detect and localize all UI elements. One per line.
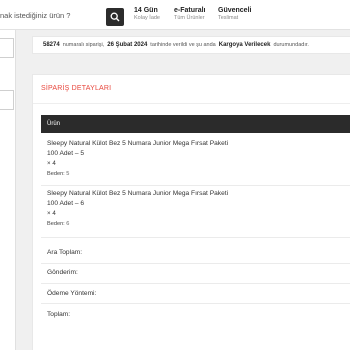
size-value: 6 — [66, 221, 70, 227]
sidebar-item[interactable] — [0, 38, 14, 58]
order-status-bar: 58274 numaralı siparişi, 26 Şubat 2024 t… — [32, 36, 350, 54]
size-label: Beden: — [47, 221, 65, 227]
feature-title: Güvenceli — [218, 7, 252, 14]
shipping-label: Gönderim: — [47, 269, 78, 276]
subtotal-label: Ara Toplam: — [47, 249, 83, 256]
feature-easy-return: 14 Gün Kolay İade — [134, 7, 160, 22]
size-value: 5 — [66, 171, 70, 177]
order-number-text: numaralı siparişi, — [62, 42, 105, 48]
total-label: Toplam: — [47, 311, 71, 318]
divider — [41, 283, 350, 284]
column-header-product: Ürün — [47, 121, 61, 127]
account-sidebar — [0, 30, 16, 350]
size-label: Beden: — [47, 171, 65, 177]
payment-method-label: Ödeme Yöntemi: — [47, 290, 97, 297]
site-header: nak istediğiniz ürün ? 14 Gün Kolay İade… — [0, 0, 350, 30]
search-input[interactable]: nak istediğiniz ürün ? — [0, 11, 70, 20]
order-status-text: durumundadır. — [273, 42, 309, 48]
sidebar-item[interactable] — [0, 90, 14, 110]
product-name-link[interactable]: Sleepy Natural Külot Bez 5 Numara Junior… — [47, 189, 232, 209]
product-quantity: × 4 — [47, 160, 56, 167]
divider — [41, 185, 350, 186]
product-size: Beden: 5 — [47, 171, 347, 177]
search-icon — [110, 12, 120, 22]
search-button[interactable] — [106, 8, 124, 26]
product-size: Beden: 6 — [47, 221, 347, 227]
order-details-card: SİPARİŞ DETAYLARI Ürün Sleepy Natural Kü… — [32, 74, 350, 350]
order-item: Sleepy Natural Külot Bez 5 Numara Junior… — [47, 189, 347, 227]
divider — [41, 237, 350, 238]
product-name-link[interactable]: Sleepy Natural Külot Bez 5 Numara Junior… — [47, 139, 232, 159]
order-date: 26 Şubat 2024 — [107, 42, 148, 48]
order-number: 58274 — [43, 42, 60, 48]
order-details-title: SİPARİŞ DETAYLARI — [41, 85, 112, 92]
feature-secure-delivery: Güvenceli Teslimat — [218, 7, 251, 22]
order-date-text: tarihinde verildi ve şu anda — [150, 42, 216, 48]
divider — [41, 263, 350, 264]
feature-subtitle: Tüm Ürünler — [174, 15, 205, 22]
feature-subtitle: Teslimat — [218, 15, 239, 22]
feature-e-invoice: e-Faturalı Tüm Ürünler — [174, 7, 206, 22]
order-status: Kargoya Verilecek — [218, 42, 271, 48]
product-quantity: × 4 — [47, 210, 56, 217]
order-item: Sleepy Natural Külot Bez 5 Numara Junior… — [47, 139, 347, 177]
feature-subtitle: Kolay İade — [134, 15, 160, 22]
table-header: Ürün — [41, 115, 350, 133]
divider — [33, 103, 350, 104]
divider — [41, 303, 350, 304]
